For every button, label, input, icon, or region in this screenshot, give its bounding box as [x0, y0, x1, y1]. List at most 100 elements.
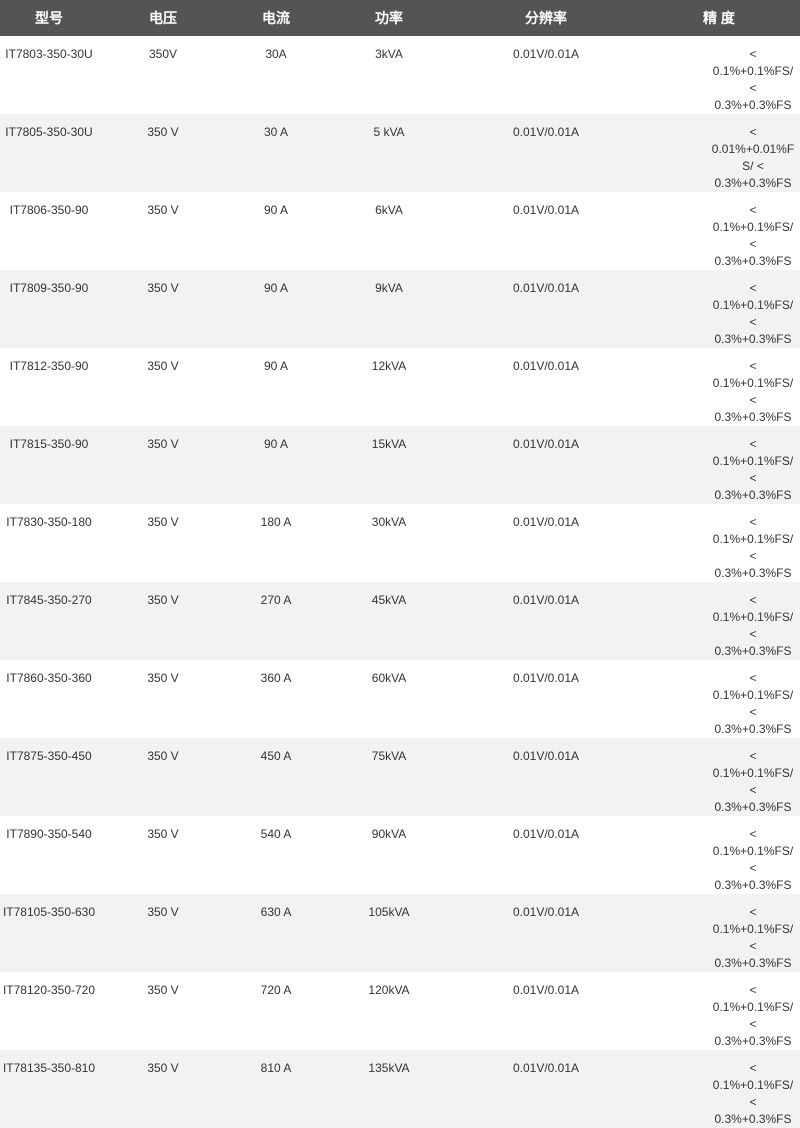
table-row: IT7860-350-360 350 V 360 A 60kVA 0.01V/0.01A… — [0, 660, 800, 738]
model-cell-text: IT78120-350-720 — [2, 983, 96, 997]
header-accuracy: 精 度 — [638, 0, 800, 36]
accuracy-cell: < 0.01%+0.01%FS/ < 0.3%+0.3%FS — [638, 114, 800, 192]
table-row: IT7830-350-180 350 V 180 A 30kVA 0.01V/0.01A… — [0, 504, 800, 582]
current-cell-text: 180 A — [260, 515, 292, 529]
voltage-cell: 350 V — [98, 660, 228, 738]
table-row: IT7809-350-90 350 V 90 A 9kVA 0.01V/0.01A < 0… — [0, 270, 800, 348]
model-cell: IT7809-350-90 — [0, 270, 98, 348]
model-cell-text: IT7809-350-90 — [9, 281, 89, 295]
table-row: IT78135-350-810 350 V 810 A 135kVA 0.01V/0.0… — [0, 1050, 800, 1128]
resolution-cell: 0.01V/0.01A — [454, 660, 638, 738]
accuracy-cell: < 0.1%+0.1%FS/ < 0.3%+0.3%FS — [638, 504, 800, 582]
resolution-cell: 0.01V/0.01A — [454, 816, 638, 894]
model-cell-text: IT7806-350-90 — [9, 203, 89, 217]
accuracy-cell: < 0.1%+0.1%FS/ < 0.3%+0.3%FS — [638, 36, 800, 114]
current-cell: 270 A — [228, 582, 324, 660]
model-cell-text: IT78105-350-630 — [2, 905, 96, 919]
resolution-cell-text: 0.01V/0.01A — [512, 593, 580, 607]
voltage-cell: 350 V — [98, 114, 228, 192]
accuracy-cell-text: < 0.1%+0.1%FS/ < 0.3%+0.3%FS — [712, 203, 794, 268]
current-cell-text: 90 A — [263, 437, 289, 451]
model-cell: IT78105-350-630 — [0, 894, 98, 972]
resolution-cell-text: 0.01V/0.01A — [512, 515, 580, 529]
resolution-cell-text: 0.01V/0.01A — [512, 827, 580, 841]
accuracy-cell: < 0.1%+0.1%FS/ < 0.3%+0.3%FS — [638, 1050, 800, 1128]
voltage-cell-text: 350 V — [147, 1061, 179, 1075]
accuracy-cell: < 0.1%+0.1%FS/ < 0.3%+0.3%FS — [638, 348, 800, 426]
resolution-cell: 0.01V/0.01A — [454, 270, 638, 348]
resolution-cell: 0.01V/0.01A — [454, 504, 638, 582]
accuracy-cell: < 0.1%+0.1%FS/ < 0.3%+0.3%FS — [638, 582, 800, 660]
header-resolution: 分辨率 — [454, 0, 638, 36]
table-header: 型号 电压 电流 功率 分辨率 精 度 — [0, 0, 800, 36]
power-cell-text: 3kVA — [375, 47, 403, 61]
power-cell-text: 60kVA — [371, 671, 407, 685]
power-cell: 90kVA — [324, 816, 454, 894]
power-cell-text: 15kVA — [371, 437, 407, 451]
header-voltage: 电压 — [98, 0, 228, 36]
table-body: IT7803-350-30U 350V 30A 3kVA 0.01V/0.01A < 0.… — [0, 36, 800, 1128]
voltage-cell: 350 V — [98, 348, 228, 426]
header-row: 型号 电压 电流 功率 分辨率 精 度 — [0, 0, 800, 36]
resolution-cell-text: 0.01V/0.01A — [512, 749, 580, 763]
power-cell: 105kVA — [324, 894, 454, 972]
accuracy-cell-text: < 0.1%+0.1%FS/ < 0.3%+0.3%FS — [712, 671, 794, 736]
current-cell: 90 A — [228, 270, 324, 348]
voltage-cell-text: 350 V — [147, 593, 179, 607]
current-cell: 90 A — [228, 426, 324, 504]
table-row: IT7803-350-30U 350V 30A 3kVA 0.01V/0.01A < 0.… — [0, 36, 800, 114]
current-cell: 630 A — [228, 894, 324, 972]
current-cell-text: 30 A — [263, 125, 289, 139]
resolution-cell: 0.01V/0.01A — [454, 36, 638, 114]
voltage-cell-text: 350V — [148, 47, 178, 61]
power-cell: 45kVA — [324, 582, 454, 660]
current-cell: 180 A — [228, 504, 324, 582]
current-cell-text: 30A — [265, 47, 287, 61]
resolution-cell: 0.01V/0.01A — [454, 192, 638, 270]
table-row: IT78120-350-720 350 V 720 A 120kVA 0.01V/0.0… — [0, 972, 800, 1050]
voltage-cell-text: 350 V — [147, 671, 179, 685]
current-cell: 360 A — [228, 660, 324, 738]
accuracy-cell: < 0.1%+0.1%FS/ < 0.3%+0.3%FS — [638, 816, 800, 894]
resolution-cell: 0.01V/0.01A — [454, 738, 638, 816]
voltage-cell-text: 350 V — [147, 983, 179, 997]
accuracy-cell: < 0.1%+0.1%FS/ < 0.3%+0.3%FS — [638, 738, 800, 816]
voltage-cell-text: 350 V — [147, 515, 179, 529]
power-cell: 6kVA — [324, 192, 454, 270]
table-row: IT7890-350-540 350 V 540 A 90kVA 0.01V/0.01A… — [0, 816, 800, 894]
accuracy-cell-text: < 0.01%+0.01%FS/ < 0.3%+0.3%FS — [711, 125, 795, 190]
model-cell-text: IT7805-350-30U — [5, 125, 93, 139]
current-cell: 30 A — [228, 114, 324, 192]
table-row: IT7805-350-30U 350 V 30 A 5 kVA 0.01V/0.01A <… — [0, 114, 800, 192]
model-cell: IT78135-350-810 — [0, 1050, 98, 1128]
power-cell: 12kVA — [324, 348, 454, 426]
model-cell-text: IT7860-350-360 — [6, 671, 92, 685]
power-cell-text: 120kVA — [368, 983, 410, 997]
accuracy-cell-text: < 0.1%+0.1%FS/ < 0.3%+0.3%FS — [712, 47, 794, 112]
current-cell-text: 720 A — [260, 983, 292, 997]
power-cell: 75kVA — [324, 738, 454, 816]
power-cell-text: 6kVA — [375, 203, 403, 217]
model-cell: IT7890-350-540 — [0, 816, 98, 894]
current-cell-text: 270 A — [260, 593, 292, 607]
power-cell-text: 5 kVA — [373, 125, 405, 139]
current-cell-text: 90 A — [263, 359, 289, 373]
accuracy-cell: < 0.1%+0.1%FS/ < 0.3%+0.3%FS — [638, 192, 800, 270]
accuracy-cell-text: < 0.1%+0.1%FS/ < 0.3%+0.3%FS — [712, 827, 794, 892]
accuracy-cell-text: < 0.1%+0.1%FS/ < 0.3%+0.3%FS — [712, 437, 794, 502]
current-cell-text: 540 A — [260, 827, 292, 841]
table-row: IT7875-350-450 350 V 450 A 75kVA 0.01V/0.01A… — [0, 738, 800, 816]
header-model: 型号 — [0, 0, 98, 36]
current-cell: 30A — [228, 36, 324, 114]
accuracy-cell-text: < 0.1%+0.1%FS/ < 0.3%+0.3%FS — [712, 1061, 794, 1126]
resolution-cell-text: 0.01V/0.01A — [512, 203, 580, 217]
model-cell-text: IT7815-350-90 — [9, 437, 89, 451]
model-cell: IT7830-350-180 — [0, 504, 98, 582]
accuracy-cell: < 0.1%+0.1%FS/ < 0.3%+0.3%FS — [638, 660, 800, 738]
model-cell: IT7860-350-360 — [0, 660, 98, 738]
current-cell: 90 A — [228, 348, 324, 426]
resolution-cell: 0.01V/0.01A — [454, 114, 638, 192]
voltage-cell: 350 V — [98, 582, 228, 660]
accuracy-cell-text: < 0.1%+0.1%FS/ < 0.3%+0.3%FS — [712, 515, 794, 580]
voltage-cell: 350 V — [98, 426, 228, 504]
